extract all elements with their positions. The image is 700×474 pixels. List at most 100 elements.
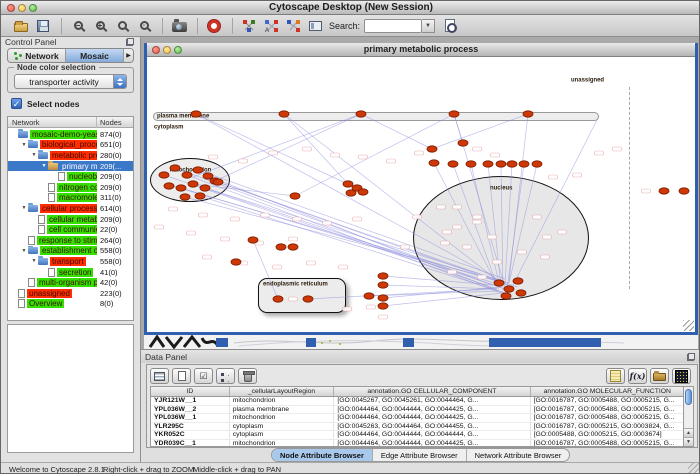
zoom-out-button[interactable]: −	[68, 16, 88, 35]
network-canvas[interactable]: plasma membrane cytoplasm mitochondrion …	[147, 57, 695, 332]
app-titlebar[interactable]: Cytoscape Desktop (New Session)	[1, 1, 700, 15]
network-node[interactable]	[288, 244, 298, 250]
network-node[interactable]	[507, 161, 517, 167]
delete-attribute-button[interactable]	[238, 368, 257, 384]
network-node[interactable]	[343, 181, 353, 187]
layout-settings-button[interactable]	[283, 16, 303, 35]
network-node[interactable]	[466, 161, 476, 167]
tab-node-attribute-browser[interactable]: Node Attribute Browser	[272, 449, 373, 461]
unselect-all-attributes-button[interactable]	[216, 368, 235, 384]
tree-row[interactable]: Overview8(0)	[8, 299, 133, 310]
search-input[interactable]	[364, 19, 422, 33]
table-row[interactable]: YKR052Ccytoplasm[GO:0044464, GO:0044444,…	[151, 431, 685, 440]
expand-arrow-icon[interactable]: ▼	[20, 205, 28, 211]
network-node[interactable]	[427, 146, 437, 152]
table-column-header[interactable]: annotation.GO MOLECULAR_FUNCTION	[531, 387, 685, 396]
tab-mosaic[interactable]: Mosaic	[66, 49, 124, 62]
table-row[interactable]: YPL036W__1mitochondrion[GO:0044464, GO:0…	[151, 414, 685, 423]
expand-arrow-icon[interactable]: ▼	[30, 258, 38, 264]
tab-network-attribute-browser[interactable]: Network Attribute Browser	[467, 449, 570, 461]
tree-row[interactable]: ▼establishment of lo558(0)	[8, 246, 133, 257]
vizmapper-button[interactable]	[239, 16, 259, 35]
select-attributes-button[interactable]	[150, 368, 169, 384]
network-node[interactable]	[519, 161, 529, 167]
region-plasma-membrane[interactable]: plasma membrane	[153, 112, 599, 121]
network-node[interactable]	[378, 282, 388, 288]
region-mitochondrion[interactable]: mitochondrion	[150, 158, 230, 202]
tree-row[interactable]: unassigned223(0)	[8, 288, 133, 299]
zoom-fit-button[interactable]: ▫	[134, 16, 154, 35]
tree-row[interactable]: ▼transport558(0)	[8, 256, 133, 267]
tab-overflow-button[interactable]: ▶	[124, 49, 133, 62]
tab-edge-attribute-browser[interactable]: Edge Attribute Browser	[373, 449, 467, 461]
float-panel-icon[interactable]	[126, 38, 134, 46]
network-node[interactable]	[448, 161, 458, 167]
network-node[interactable]	[346, 190, 356, 196]
network-node[interactable]	[429, 160, 439, 166]
network-node[interactable]	[532, 161, 542, 167]
network-node[interactable]	[679, 188, 689, 194]
open-file-button[interactable]	[11, 16, 31, 35]
tree-row[interactable]: ▼cellular process614(0)	[8, 203, 133, 214]
attribute-table-header[interactable]: ID_cellularLayoutRegionannotation.GO CEL…	[151, 387, 685, 397]
table-column-header[interactable]: annotation.GO CELLULAR_COMPONENT	[334, 387, 530, 396]
birds-eye-view[interactable]	[7, 324, 134, 453]
tree-row[interactable]: nitrogen compo209(0)	[8, 182, 133, 193]
network-node[interactable]	[659, 188, 669, 194]
matrix-view-button[interactable]	[672, 368, 691, 384]
network-node[interactable]	[378, 295, 388, 301]
table-row[interactable]: YDR039C__1mitochondrion[GO:0044464, GO:0…	[151, 440, 685, 448]
function-builder-button[interactable]: f(x)	[628, 368, 647, 384]
expand-arrow-icon[interactable]: ▼	[30, 152, 38, 158]
tree-row[interactable]: nucleobase-209(0)	[8, 171, 133, 182]
tree-row[interactable]: ▼primary metabo209(...	[8, 161, 133, 172]
help-button[interactable]	[204, 16, 224, 35]
expand-arrow-icon[interactable]: ▼	[40, 163, 48, 169]
table-column-header[interactable]: _cellularLayoutRegion	[230, 387, 335, 396]
network-node[interactable]	[248, 237, 258, 243]
tree-col-network[interactable]: Network	[12, 118, 40, 127]
app-resize-grip[interactable]	[688, 462, 700, 474]
attribute-table[interactable]: ID_cellularLayoutRegionannotation.GO CEL…	[150, 386, 686, 447]
select-nodes-checkbox[interactable]: ✓	[11, 98, 22, 109]
snapshot-button[interactable]	[169, 16, 189, 35]
table-scrollbar[interactable]: ▲ ▼	[683, 386, 694, 447]
tree-row[interactable]: ▼biological_process651(0)	[8, 140, 133, 151]
tree-row[interactable]: macromolecule311(0)	[8, 193, 133, 204]
scroll-down-button[interactable]: ▼	[684, 437, 693, 446]
network-node[interactable]	[378, 303, 388, 309]
zoom-in-button[interactable]: +	[90, 16, 110, 35]
attribute-notes-button[interactable]	[606, 368, 625, 384]
network-node[interactable]	[231, 259, 241, 265]
zoom-selected-region-button[interactable]	[112, 16, 132, 35]
save-button[interactable]	[33, 16, 53, 35]
table-row[interactable]: YLR295Ccytoplasm[GO:0045263, GO:0044464,…	[151, 423, 685, 432]
network-node[interactable]	[358, 189, 368, 195]
network-window[interactable]: primary metabolic process plasma membran…	[144, 43, 698, 335]
apply-layout-button[interactable]: A	[261, 16, 281, 35]
network-node[interactable]	[378, 273, 388, 279]
network-node[interactable]	[364, 293, 374, 299]
window-resize-grip[interactable]	[683, 320, 694, 331]
toggle-panel-button[interactable]	[305, 16, 325, 35]
advanced-search-button[interactable]	[440, 16, 460, 35]
tree-col-nodes[interactable]: Nodes	[100, 118, 122, 127]
network-node[interactable]	[276, 244, 286, 250]
network-node[interactable]	[458, 140, 468, 146]
new-attribute-button[interactable]	[172, 368, 191, 384]
network-node[interactable]	[290, 193, 300, 199]
import-attributes-button[interactable]	[650, 368, 669, 384]
tree-row[interactable]: multi-organism pro42(0)	[8, 277, 133, 288]
scrollbar-thumb[interactable]	[685, 389, 692, 405]
network-window-titlebar[interactable]: primary metabolic process	[147, 43, 695, 57]
tab-network[interactable]: Network	[8, 49, 66, 62]
region-nucleus[interactable]: nucleus	[413, 176, 589, 300]
table-row[interactable]: YPL036W__2plasma membrane[GO:0044464, GO…	[151, 406, 685, 415]
search-dropdown-button[interactable]: ▼	[422, 19, 435, 33]
network-node[interactable]	[483, 161, 493, 167]
expand-arrow-icon[interactable]: ▼	[20, 248, 28, 254]
tree-row[interactable]: secretion41(0)	[8, 267, 133, 278]
expand-arrow-icon[interactable]: ▼	[20, 142, 28, 148]
tree-row[interactable]: ▼metabolic process280(0)	[8, 150, 133, 161]
network-node[interactable]	[496, 161, 506, 167]
